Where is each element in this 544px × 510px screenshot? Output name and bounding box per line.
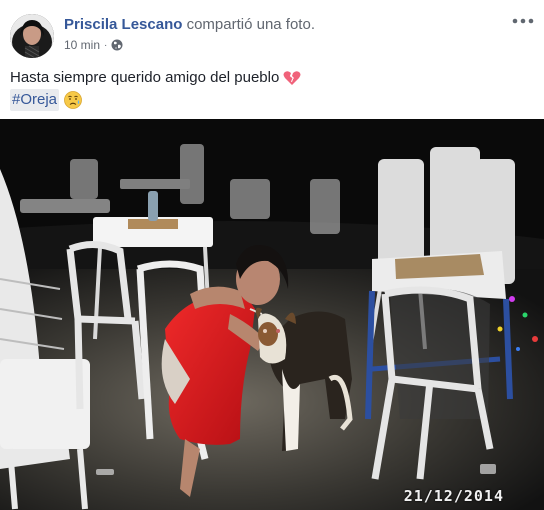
disappointed-relieved-face-icon bbox=[64, 91, 82, 109]
post-header: Priscila Lescano compartió una foto. 10 … bbox=[0, 0, 544, 64]
post-caption: Hasta siempre querido amigo del pueblo #… bbox=[10, 67, 301, 111]
broken-heart-icon bbox=[283, 71, 301, 85]
photo-date-stamp: 21/12/2014 bbox=[403, 487, 504, 505]
caption-line: Hasta siempre querido amigo del pueblo bbox=[10, 67, 301, 89]
author-avatar[interactable] bbox=[10, 14, 54, 58]
hashtag-line: #Oreja bbox=[10, 89, 301, 111]
meta-separator: · bbox=[104, 39, 108, 51]
post-photo[interactable]: 21/12/2014 bbox=[0, 119, 544, 510]
author-name[interactable]: Priscila Lescano bbox=[64, 16, 182, 33]
post-action: compartió una foto. bbox=[186, 16, 315, 33]
post-title: Priscila Lescano compartió una foto. bbox=[64, 16, 315, 33]
post-time[interactable]: 10 min bbox=[64, 38, 100, 52]
hashtag-link[interactable]: #Oreja bbox=[10, 89, 60, 111]
photo-scene bbox=[0, 119, 544, 510]
post-meta: 10 min · bbox=[64, 38, 123, 52]
globe-icon[interactable] bbox=[111, 39, 123, 51]
avatar-image bbox=[10, 14, 54, 58]
caption-text: Hasta siempre querido amigo del pueblo bbox=[10, 69, 280, 86]
facebook-post: Priscila Lescano compartió una foto. 10 … bbox=[0, 0, 544, 510]
more-options-icon[interactable] bbox=[512, 14, 534, 28]
